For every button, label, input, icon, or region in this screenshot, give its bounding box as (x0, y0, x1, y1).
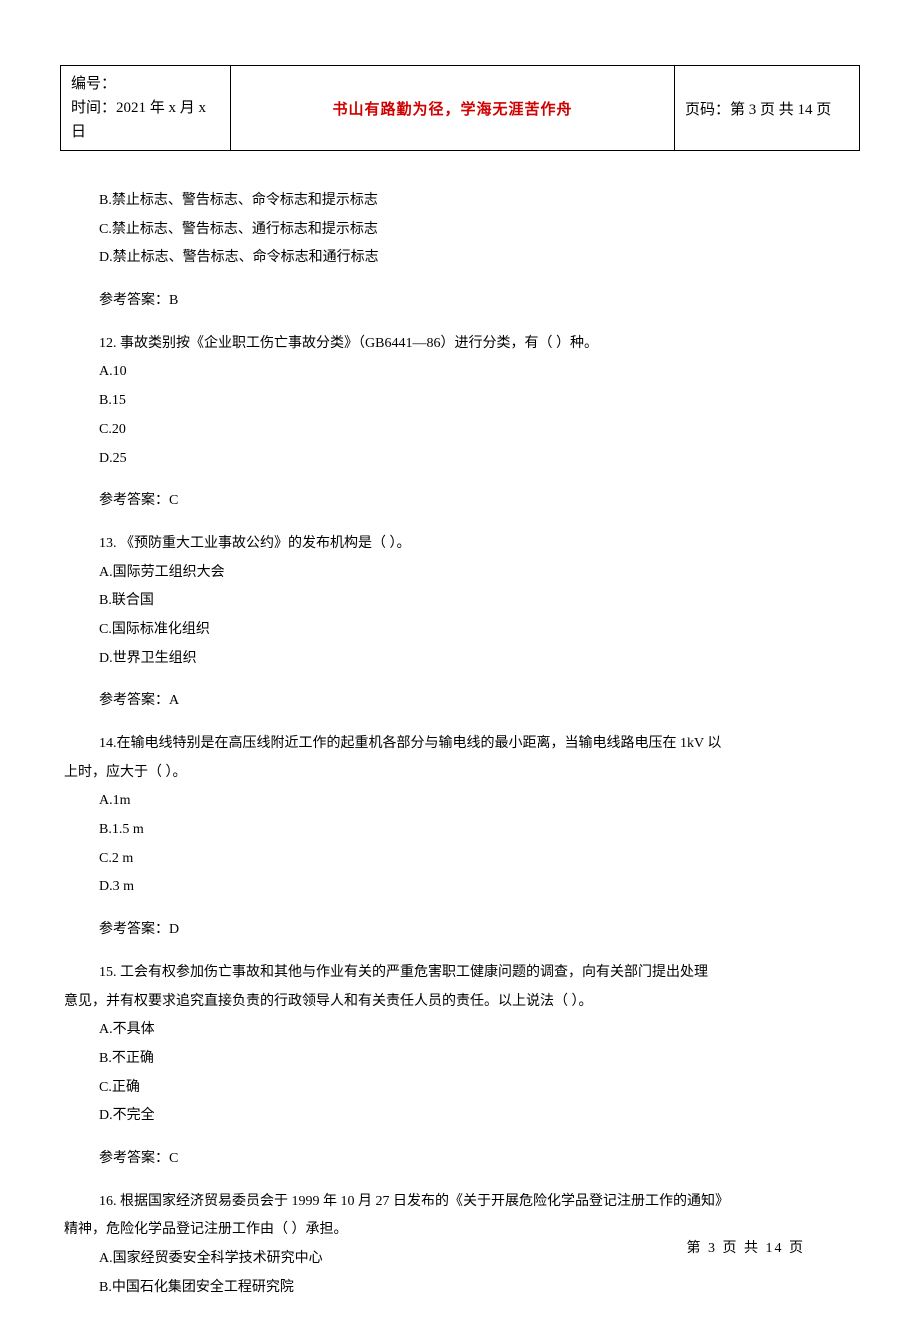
q13-stem: 13. 《预防重大工业事故公约》的发布机构是（ ）。 (64, 530, 856, 559)
q12-option-a: A.10 (64, 358, 856, 387)
q14-option-c: C.2 m (64, 845, 856, 874)
q12-stem: 12. 事故类别按《企业职工伤亡事故分类》（GB6441—86）进行分类，有（ … (64, 330, 856, 359)
header-date: 时间：2021 年 x 月 x 日 (71, 96, 220, 144)
q13-answer: 参考答案：A (64, 687, 856, 716)
footer-page-number: 第 3 页 共 14 页 (687, 1237, 806, 1257)
q15-option-d: D.不完全 (64, 1102, 856, 1131)
q11-option-d: D.禁止标志、警告标志、命令标志和通行标志 (64, 244, 856, 273)
header-page-info: 页码：第 3 页 共 14 页 (675, 66, 860, 151)
q13-option-b: B.联合国 (64, 587, 856, 616)
page: 编号： 时间：2021 年 x 月 x 日 书山有路勤为径，学海无涯苦作舟 页码… (0, 0, 920, 1342)
q12-option-c: C.20 (64, 416, 856, 445)
q14-option-b: B.1.5 m (64, 816, 856, 845)
q15-option-a: A.不具体 (64, 1016, 856, 1045)
header-title: 书山有路勤为径，学海无涯苦作舟 (231, 66, 675, 151)
q14-answer: 参考答案：D (64, 916, 856, 945)
q11-answer: 参考答案：B (64, 287, 856, 316)
q13-option-d: D.世界卫生组织 (64, 645, 856, 674)
q16-stem-line1: 16. 根据国家经济贸易委员会于 1999 年 10 月 27 日发布的《关于开… (64, 1188, 856, 1217)
q11-option-c: C.禁止标志、警告标志、通行标志和提示标志 (64, 216, 856, 245)
q15-answer: 参考答案：C (64, 1145, 856, 1174)
header-left-cell: 编号： 时间：2021 年 x 月 x 日 (61, 66, 231, 151)
q14-stem-line2: 上时，应大于（ ）。 (64, 759, 856, 788)
q13-option-c: C.国际标准化组织 (64, 616, 856, 645)
q11-option-b: B.禁止标志、警告标志、命令标志和提示标志 (64, 187, 856, 216)
q14-stem-line1: 14.在输电线特别是在高压线附近工作的起重机各部分与输电线的最小距离，当输电线路… (64, 730, 856, 759)
header-table: 编号： 时间：2021 年 x 月 x 日 书山有路勤为径，学海无涯苦作舟 页码… (60, 65, 860, 151)
q12-option-b: B.15 (64, 387, 856, 416)
q15-stem-line1: 15. 工会有权参加伤亡事故和其他与作业有关的严重危害职工健康问题的调查，向有关… (64, 959, 856, 988)
q14-option-a: A.1m (64, 787, 856, 816)
q12-answer: 参考答案：C (64, 487, 856, 516)
header-id-label: 编号： (71, 72, 220, 96)
q15-option-c: C.正确 (64, 1074, 856, 1103)
q16-option-b: B.中国石化集团安全工程研究院 (64, 1274, 856, 1303)
q13-option-a: A.国际劳工组织大会 (64, 559, 856, 588)
q15-stem-line2: 意见，并有权要求追究直接负责的行政领导人和有关责任人员的责任。以上说法（ ）。 (64, 988, 856, 1017)
q14-option-d: D.3 m (64, 873, 856, 902)
content-body: B.禁止标志、警告标志、命令标志和提示标志 C.禁止标志、警告标志、通行标志和提… (60, 187, 860, 1302)
q15-option-b: B.不正确 (64, 1045, 856, 1074)
q12-option-d: D.25 (64, 445, 856, 474)
